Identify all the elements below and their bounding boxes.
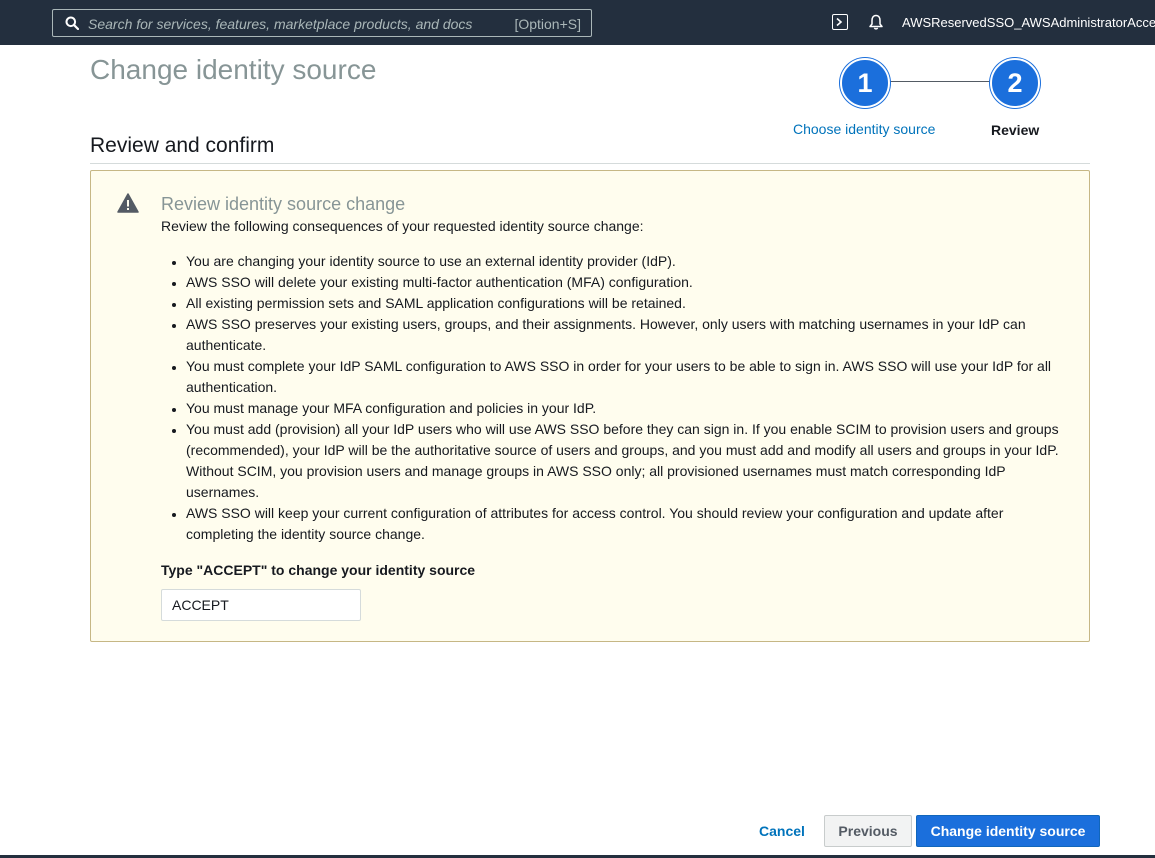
cancel-button[interactable]: Cancel <box>754 816 810 846</box>
accept-input[interactable] <box>161 589 361 621</box>
list-item: All existing permission sets and SAML ap… <box>186 293 1061 314</box>
warning-intro: Review the following consequences of you… <box>161 218 644 234</box>
change-identity-source-button[interactable]: Change identity source <box>916 815 1100 847</box>
previous-button[interactable]: Previous <box>824 815 912 847</box>
list-item: AWS SSO will delete your existing multi-… <box>186 272 1061 293</box>
accept-label: Type "ACCEPT" to change your identity so… <box>161 562 476 578</box>
warning-panel: Review identity source change Review the… <box>90 170 1090 642</box>
step-1-link[interactable]: Choose identity source <box>793 121 935 137</box>
cloudshell-icon[interactable] <box>832 14 848 30</box>
divider <box>90 163 1090 164</box>
consequences-list: You are changing your identity source to… <box>186 251 1061 545</box>
page-title: Change identity source <box>90 54 377 85</box>
bell-icon[interactable] <box>867 13 885 31</box>
warning-title: Review identity source change <box>161 194 406 214</box>
search-placeholder: Search for services, features, marketpla… <box>88 16 473 32</box>
step-2-label: Review <box>991 122 1040 138</box>
search-shortcut-hint: [Option+S] <box>514 16 581 32</box>
search-icon <box>65 16 80 31</box>
list-item: AWS SSO will keep your current configura… <box>186 503 1061 545</box>
section-heading: Review and confirm <box>90 134 275 157</box>
list-item: You must manage your MFA configuration a… <box>186 398 1061 419</box>
list-item: You must add (provision) all your IdP us… <box>186 419 1061 503</box>
list-item: You must complete your IdP SAML configur… <box>186 356 1061 398</box>
step-1-circle[interactable]: 1 <box>840 58 890 108</box>
step-connector <box>888 81 992 82</box>
list-item: You are changing your identity source to… <box>186 251 1061 272</box>
list-item: AWS SSO preserves your existing users, g… <box>186 314 1061 356</box>
step-2-circle: 2 <box>990 58 1040 108</box>
warning-icon <box>117 193 139 213</box>
search-bar[interactable]: Search for services, features, marketpla… <box>52 9 592 37</box>
account-menu[interactable]: AWSReservedSSO_AWSAdministratorAccess_ <box>902 15 1155 30</box>
top-nav-bar: Search for services, features, marketpla… <box>0 0 1155 45</box>
